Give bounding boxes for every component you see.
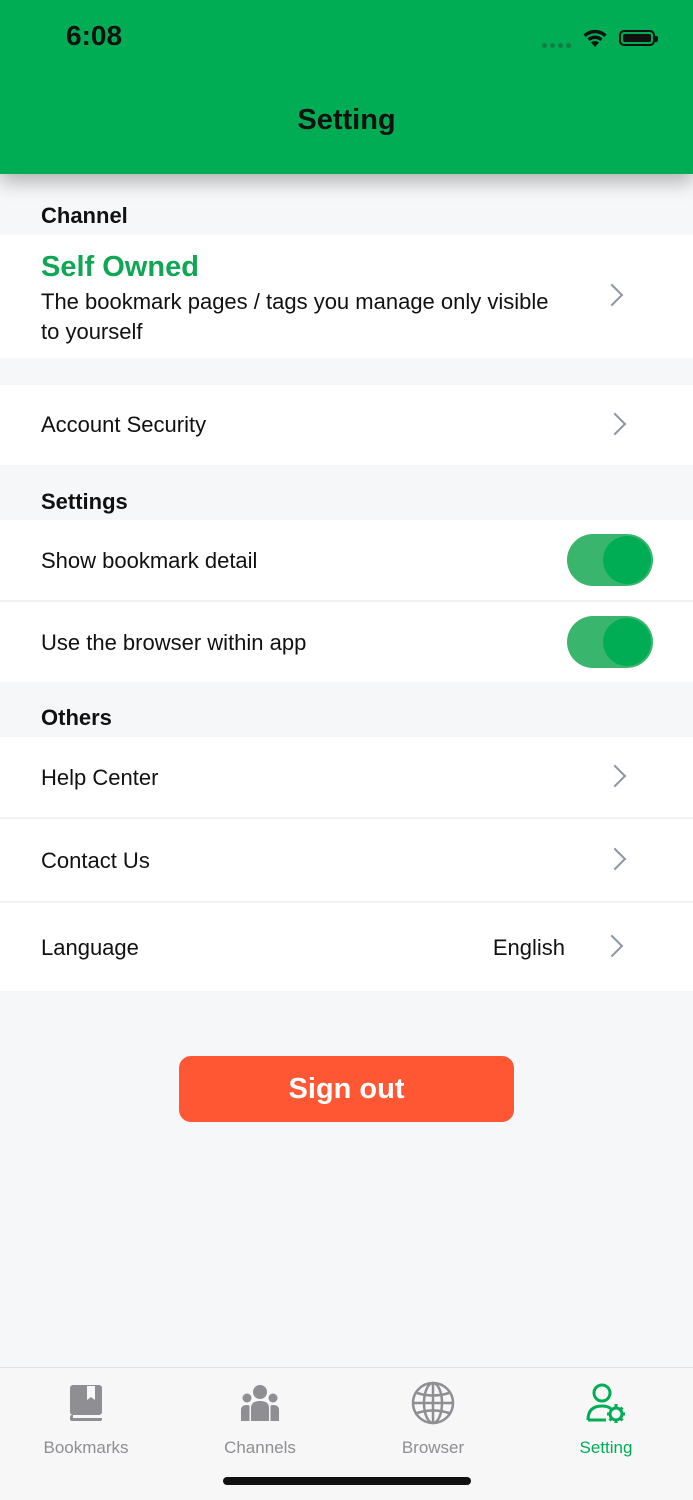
help-center-label: Help Center xyxy=(41,765,159,790)
user-gear-icon xyxy=(586,1383,625,1423)
section-title-channel: Channel xyxy=(41,203,128,228)
tab-label: Setting xyxy=(579,1438,633,1457)
language-row[interactable]: Language English xyxy=(0,903,693,991)
status-time: 6:08 xyxy=(66,20,123,51)
show-bookmark-detail-row: Show bookmark detail xyxy=(0,520,693,600)
chevron-right-icon xyxy=(603,847,627,871)
tab-channels[interactable]: Channels xyxy=(190,1376,330,1458)
channel-selector-row[interactable]: Self Owned The bookmark pages / tags you… xyxy=(0,235,693,358)
tab-browser[interactable]: Browser xyxy=(363,1376,503,1458)
tab-label: Browser xyxy=(401,1438,465,1457)
globe-icon xyxy=(411,1381,455,1425)
chevron-right-icon xyxy=(603,764,627,788)
tab-bookmarks[interactable]: Bookmarks xyxy=(16,1376,156,1458)
use-browser-within-app-label: Use the browser within app xyxy=(41,630,307,655)
navigation-header: 6:08 Setting xyxy=(0,0,693,174)
group-icon xyxy=(241,1385,279,1421)
section-title-others: Others xyxy=(41,705,112,730)
chevron-right-icon xyxy=(600,283,624,307)
book-icon xyxy=(70,1385,102,1421)
contact-us-row[interactable]: Contact Us xyxy=(0,819,693,901)
language-value: English xyxy=(492,935,565,960)
chevron-right-icon xyxy=(603,412,627,436)
status-icons xyxy=(542,24,658,52)
channel-selected-title: Self Owned xyxy=(41,251,199,283)
page-title: Setting xyxy=(297,104,396,136)
account-security-row[interactable]: Account Security xyxy=(0,385,693,465)
show-bookmark-detail-label: Show bookmark detail xyxy=(41,548,258,573)
toggle-knob xyxy=(603,536,651,584)
tab-label: Bookmarks xyxy=(43,1438,129,1457)
battery-icon xyxy=(619,30,658,46)
wifi-icon xyxy=(583,29,607,47)
channel-selected-description: The bookmark pages / tags you manage onl… xyxy=(41,289,549,344)
signal-icon xyxy=(542,28,571,48)
chevron-right-icon xyxy=(600,934,624,958)
section-title-settings: Settings xyxy=(41,489,128,514)
toggle-knob xyxy=(603,618,651,666)
tab-setting[interactable]: Setting xyxy=(536,1376,676,1458)
contact-us-label: Contact Us xyxy=(41,848,150,873)
use-browser-within-app-toggle[interactable] xyxy=(567,616,653,668)
language-label: Language xyxy=(41,935,139,960)
help-center-row[interactable]: Help Center xyxy=(0,737,693,817)
home-indicator xyxy=(223,1477,471,1485)
tab-label: Channels xyxy=(224,1438,296,1457)
show-bookmark-detail-toggle[interactable] xyxy=(567,534,653,586)
sign-out-button[interactable]: Sign out xyxy=(179,1056,514,1122)
account-security-label: Account Security xyxy=(41,412,207,437)
use-browser-within-app-row: Use the browser within app xyxy=(0,602,693,682)
